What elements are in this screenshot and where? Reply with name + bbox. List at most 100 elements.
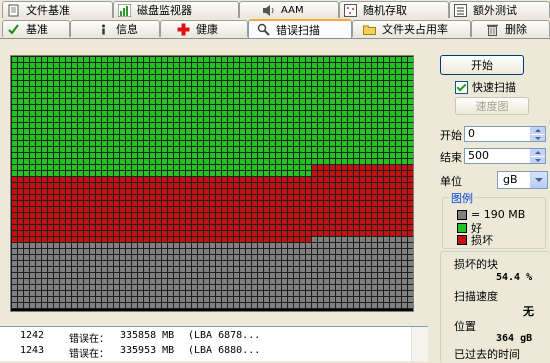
block-cell (282, 69, 287, 74)
block-cell (108, 273, 113, 278)
tab-delete[interactable]: 删除 (471, 20, 550, 37)
block-cell (192, 165, 197, 170)
block-cell (114, 141, 119, 146)
tab-aam[interactable]: AAM (239, 1, 339, 18)
block-cell (24, 141, 29, 146)
spin-down-icon[interactable] (531, 133, 545, 141)
block-cell (18, 87, 23, 92)
tab-info[interactable]: 信息 (70, 20, 160, 37)
block-cell (60, 297, 65, 302)
block-cell (246, 285, 251, 290)
block-cell (138, 237, 143, 242)
tab-extra-tests[interactable]: 额外测试 (449, 1, 550, 18)
error-log-list[interactable]: 1242 错误在： 335858 MB (LBA 6878... 1243 错误… (0, 326, 428, 361)
block-cell (276, 219, 281, 224)
block-cell (348, 105, 353, 110)
tab-folder-usage[interactable]: 文件夹占用率 (352, 20, 471, 37)
block-cell (234, 273, 239, 278)
block-cell (36, 123, 41, 128)
block-cell (354, 87, 359, 92)
block-cell (222, 243, 227, 248)
block-cell (330, 207, 335, 212)
start-button[interactable]: 开始 (440, 55, 524, 75)
block-cell (318, 153, 323, 158)
block-cell (282, 273, 287, 278)
checkbox-box[interactable] (455, 80, 468, 94)
tab-benchmark[interactable]: 基准 (2, 20, 70, 37)
block-cell (324, 165, 329, 170)
block-cell (156, 243, 161, 248)
block-cell (360, 183, 365, 188)
block-cell (282, 213, 287, 218)
tab-file-benchmark[interactable]: 文件基准 (2, 1, 113, 18)
unit-value[interactable]: gB (498, 172, 530, 188)
document-icon (7, 4, 20, 17)
block-cell (24, 57, 29, 62)
block-cell (36, 297, 41, 302)
log-scrollbar[interactable] (411, 327, 428, 361)
block-cell (60, 189, 65, 194)
block-cell (222, 285, 227, 290)
block-cell (174, 69, 179, 74)
block-cell (132, 195, 137, 200)
block-cell (90, 141, 95, 146)
spinner-arrows[interactable] (530, 127, 545, 141)
block-cell (18, 63, 23, 68)
tab-error-scan[interactable]: 错误扫描 (248, 19, 352, 38)
block-cell (18, 189, 23, 194)
block-cell (396, 93, 401, 98)
block-cell (126, 207, 131, 212)
block-cell (48, 159, 53, 164)
block-cell (186, 297, 191, 302)
block-cell (348, 225, 353, 230)
end-spinner[interactable]: 500 (464, 148, 546, 164)
block-cell (234, 153, 239, 158)
block-cell (390, 261, 395, 266)
block-cell (30, 177, 35, 182)
block-cell (216, 279, 221, 284)
block-cell (180, 111, 185, 116)
block-cell (168, 147, 173, 152)
block-cell (300, 123, 305, 128)
unit-select[interactable]: gB (497, 171, 548, 189)
tab-disk-monitor[interactable]: 磁盘监视器 (113, 1, 239, 18)
block-cell (366, 213, 371, 218)
block-cell (240, 111, 245, 116)
block-cell (336, 123, 341, 128)
tab-random-access[interactable]: 随机存取 (339, 1, 449, 18)
quick-scan-checkbox[interactable]: 快速扫描 (455, 79, 516, 95)
block-cell (402, 183, 407, 188)
block-cell (342, 81, 347, 86)
block-cell (366, 225, 371, 230)
spin-down-icon[interactable] (531, 155, 545, 163)
block-cell (312, 177, 317, 182)
tab-health[interactable]: 健康 (160, 20, 248, 37)
chevron-down-icon[interactable] (530, 172, 547, 188)
speed-map-button[interactable]: 速度图 (455, 97, 529, 115)
block-cell (252, 123, 257, 128)
block-cell (282, 267, 287, 272)
block-cell (54, 285, 59, 290)
block-cell (330, 135, 335, 140)
block-cell (270, 237, 275, 242)
block-cell (186, 231, 191, 236)
block-cell (366, 297, 371, 302)
block-cell (210, 123, 215, 128)
block-cell (120, 153, 125, 158)
block-cell (42, 159, 47, 164)
block-cell (18, 285, 23, 290)
block-cell (36, 147, 41, 152)
end-value[interactable]: 500 (465, 149, 530, 163)
block-cell (372, 99, 377, 104)
block-cell (204, 195, 209, 200)
block-cell (24, 267, 29, 272)
start-spinner[interactable]: 0 (464, 126, 546, 142)
block-cell (126, 267, 131, 272)
block-cell (294, 285, 299, 290)
start-value[interactable]: 0 (465, 127, 530, 141)
block-cell (24, 117, 29, 122)
block-cell (126, 285, 131, 290)
spinner-arrows[interactable] (530, 149, 545, 163)
block-cell (384, 177, 389, 182)
block-cell (162, 243, 167, 248)
